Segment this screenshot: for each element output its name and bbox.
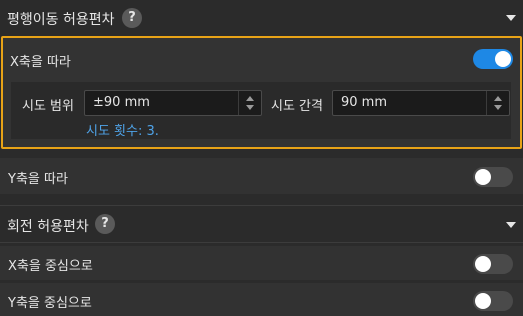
range-label: 시도 범위 <box>22 99 74 114</box>
along-x-toggle[interactable] <box>473 49 513 69</box>
spin-down-icon[interactable] <box>494 105 502 110</box>
interval-label: 시도 간격 <box>271 99 323 114</box>
spin-arrows[interactable] <box>486 91 509 115</box>
toggle-knob <box>475 169 491 185</box>
around-y-toggle[interactable] <box>473 291 513 311</box>
around-x-row: X축을 중심으로 <box>0 246 523 280</box>
spin-down-icon[interactable] <box>246 105 254 110</box>
along-y-toggle[interactable] <box>473 167 513 187</box>
along-x-label: X축을 따라 <box>10 55 71 70</box>
help-icon[interactable]: ? <box>95 214 115 234</box>
around-y-label: Y축을 중심으로 <box>8 296 92 311</box>
section-title: 평행이동 허용편차 <box>7 12 115 28</box>
chevron-down-icon[interactable] <box>506 15 516 21</box>
spin-up-icon[interactable] <box>494 96 502 101</box>
rotation-tolerance-header[interactable]: 회전 허용편차 ? <box>0 207 523 241</box>
along-x-card: X축을 따라 시도 범위 ±90 mm 시도 간격 90 mm 시도 횟수: 3… <box>1 36 522 149</box>
section-title: 회전 허용편차 <box>7 219 89 235</box>
spin-up-icon[interactable] <box>246 96 254 101</box>
interval-spinbox[interactable]: 90 mm <box>332 90 510 116</box>
translation-tolerance-header[interactable]: 평행이동 허용편차 ? <box>0 0 523 34</box>
try-count-text: 시도 횟수: 3. <box>86 124 159 139</box>
interval-value: 90 mm <box>341 95 388 110</box>
toggle-knob <box>495 51 511 67</box>
divider <box>0 242 523 243</box>
chevron-down-icon[interactable] <box>506 222 516 228</box>
help-icon[interactable]: ? <box>122 8 142 28</box>
along-y-label: Y축을 따라 <box>8 172 68 187</box>
toggle-knob <box>475 293 491 309</box>
around-x-label: X축을 중심으로 <box>8 259 93 274</box>
around-x-toggle[interactable] <box>473 254 513 274</box>
spin-arrows[interactable] <box>238 91 261 115</box>
along-y-row: Y축을 따라 <box>0 158 523 194</box>
divider <box>0 205 523 206</box>
toggle-knob <box>475 256 491 272</box>
range-spinbox[interactable]: ±90 mm <box>84 90 262 116</box>
along-x-settings: 시도 범위 ±90 mm 시도 간격 90 mm 시도 횟수: 3. <box>11 82 511 139</box>
range-value: ±90 mm <box>93 95 150 110</box>
around-y-row: Y축을 중심으로 <box>0 283 523 316</box>
